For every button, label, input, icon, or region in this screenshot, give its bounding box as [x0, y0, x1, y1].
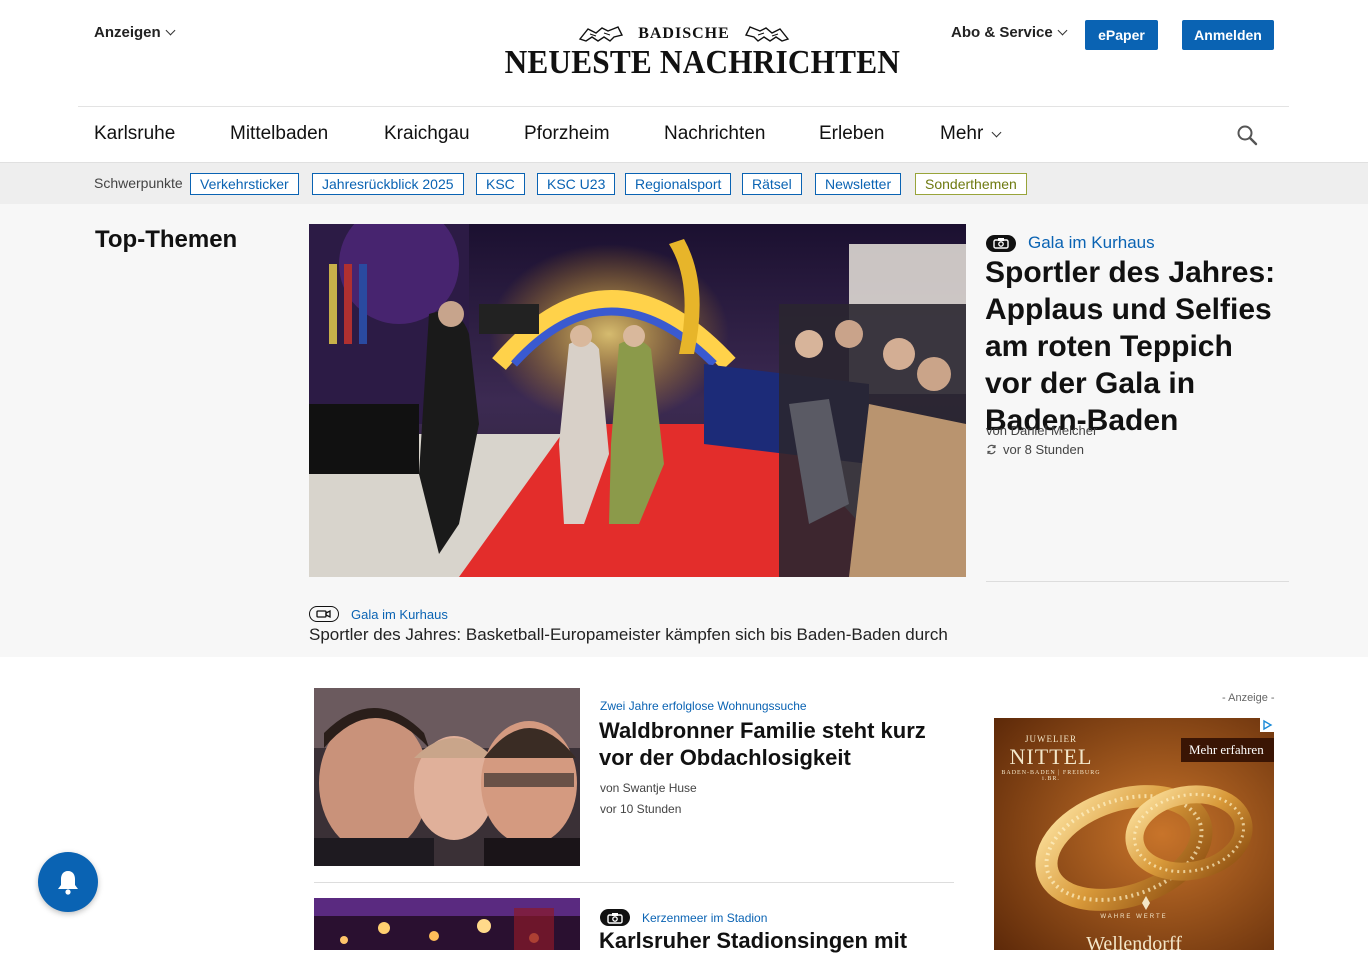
camera-icon — [986, 234, 1016, 252]
chevron-down-icon — [1057, 25, 1068, 36]
ad-tagline: WAHRE WERTE — [1100, 914, 1168, 920]
bell-icon — [58, 871, 78, 895]
nav-item-pforzheim[interactable]: Pforzheim — [524, 123, 610, 145]
logo-main-text: NEUESTE NACHRICHTEN — [504, 44, 901, 81]
nav-item-karlsruhe[interactable]: Karlsruhe — [94, 123, 175, 145]
divider — [986, 581, 1289, 582]
article-kicker: Zwei Jahre erfolglose Wohnungssuche — [600, 699, 807, 713]
second-headline[interactable]: Sportler des Jahres: Basketball-Europame… — [309, 625, 948, 645]
nav-item-kraichgau[interactable]: Kraichgau — [384, 123, 470, 145]
hero-kicker: Gala im Kurhaus — [986, 233, 1155, 253]
ads-menu[interactable]: Anzeigen — [94, 24, 176, 41]
ads-menu-label: Anzeigen — [94, 24, 161, 41]
login-button[interactable]: Anmelden — [1182, 20, 1274, 50]
logo-top-row: BADISCHE — [489, 24, 879, 44]
griffin-left-icon — [579, 26, 624, 42]
topic-pill-special[interactable]: Sonderthemen — [915, 173, 1027, 195]
ad-brand-sub: BADEN-BADEN | FREIBURG i.BR. — [1001, 770, 1101, 782]
topics-bar: Schwerpunkte Verkehrsticker Jahresrückbl… — [0, 162, 1368, 204]
ad-brand-small: JUWELIER — [1025, 734, 1077, 744]
topic-pill[interactable]: Newsletter — [815, 173, 902, 195]
logo-top-text: BADISCHE — [638, 25, 730, 42]
topic-pill[interactable]: KSC U23 — [537, 173, 616, 195]
article-image[interactable] — [314, 688, 580, 866]
hero-time-text: vor 8 Stunden — [1003, 442, 1084, 457]
nav-item-nachrichten[interactable]: Nachrichten — [664, 123, 765, 145]
nav-item-mittelbaden[interactable]: Mittelbaden — [230, 123, 328, 145]
article-kicker-text[interactable]: Kerzenmeer im Stadion — [642, 911, 767, 925]
hero-kicker-text[interactable]: Gala im Kurhaus — [1028, 233, 1155, 253]
ad-brand: JUWELIER NITTEL BADEN-BADEN | FREIBURG i… — [994, 734, 1108, 782]
topic-pill[interactable]: KSC — [476, 173, 525, 195]
abo-service-menu[interactable]: Abo & Service — [951, 24, 1068, 41]
site-logo[interactable]: BADISCHE NEUESTE NACHRICHTEN — [489, 24, 901, 82]
divider — [314, 882, 954, 883]
second-kicker-text[interactable]: Gala im Kurhaus — [351, 607, 448, 622]
ad-info-icon[interactable] — [1260, 718, 1274, 732]
video-icon — [309, 606, 339, 622]
refresh-icon — [987, 444, 996, 455]
section-heading: Top-Themen — [95, 226, 238, 253]
topic-pill[interactable]: Verkehrsticker — [190, 173, 299, 195]
topic-pill[interactable]: Regionalsport — [625, 173, 732, 195]
ad-brand-name: NITTEL — [1009, 744, 1093, 769]
chevron-down-icon — [165, 25, 176, 36]
main-nav: Karlsruhe Mittelbaden Kraichgau Pforzhei… — [78, 106, 1289, 162]
hero-author: von Daniel Melcher — [986, 423, 1098, 438]
camera-icon — [600, 909, 630, 926]
hero-headline[interactable]: Sportler des Jahres: Applaus und Selfies… — [985, 254, 1285, 439]
griffin-right-icon — [744, 26, 789, 42]
topic-pill[interactable]: Rätsel — [742, 173, 802, 195]
hero-image[interactable] — [309, 224, 966, 577]
ad-label: - Anzeige - — [1222, 692, 1275, 704]
nav-item-erleben[interactable]: Erleben — [819, 123, 885, 145]
site-header: Anzeigen BADISCHE NEUESTE NACHRICHTEN Ab… — [0, 0, 1368, 106]
article-kicker: Kerzenmeer im Stadion — [600, 909, 767, 926]
epaper-button[interactable]: ePaper — [1085, 20, 1158, 50]
notification-button[interactable] — [38, 852, 98, 912]
nav-more-label: Mehr — [940, 123, 984, 144]
ad-cta-button[interactable]: Mehr erfahren — [1181, 738, 1274, 762]
article-author: von Swantje Huse — [600, 781, 697, 795]
hero-timestamp: vor 8 Stunden — [986, 442, 1084, 457]
abo-service-label: Abo & Service — [951, 24, 1053, 41]
second-kicker: Gala im Kurhaus — [309, 606, 448, 622]
search-icon[interactable] — [1236, 124, 1258, 146]
ad-brand-bottom: Wellendorff — [1086, 933, 1182, 950]
article-image[interactable] — [314, 898, 580, 950]
topic-pill[interactable]: Jahresrückblick 2025 — [312, 173, 464, 195]
article-headline[interactable]: Waldbronner Familie steht kurz vor der O… — [599, 717, 959, 771]
article-timestamp: vor 10 Stunden — [600, 802, 682, 816]
ad-banner[interactable]: JUWELIER NITTEL BADEN-BADEN | FREIBURG i… — [994, 718, 1274, 950]
article-kicker-text[interactable]: Zwei Jahre erfolglose Wohnungssuche — [600, 699, 807, 713]
chevron-down-icon — [991, 127, 1002, 137]
topics-label: Schwerpunkte — [94, 175, 183, 191]
nav-item-more[interactable]: Mehr — [940, 123, 1002, 145]
